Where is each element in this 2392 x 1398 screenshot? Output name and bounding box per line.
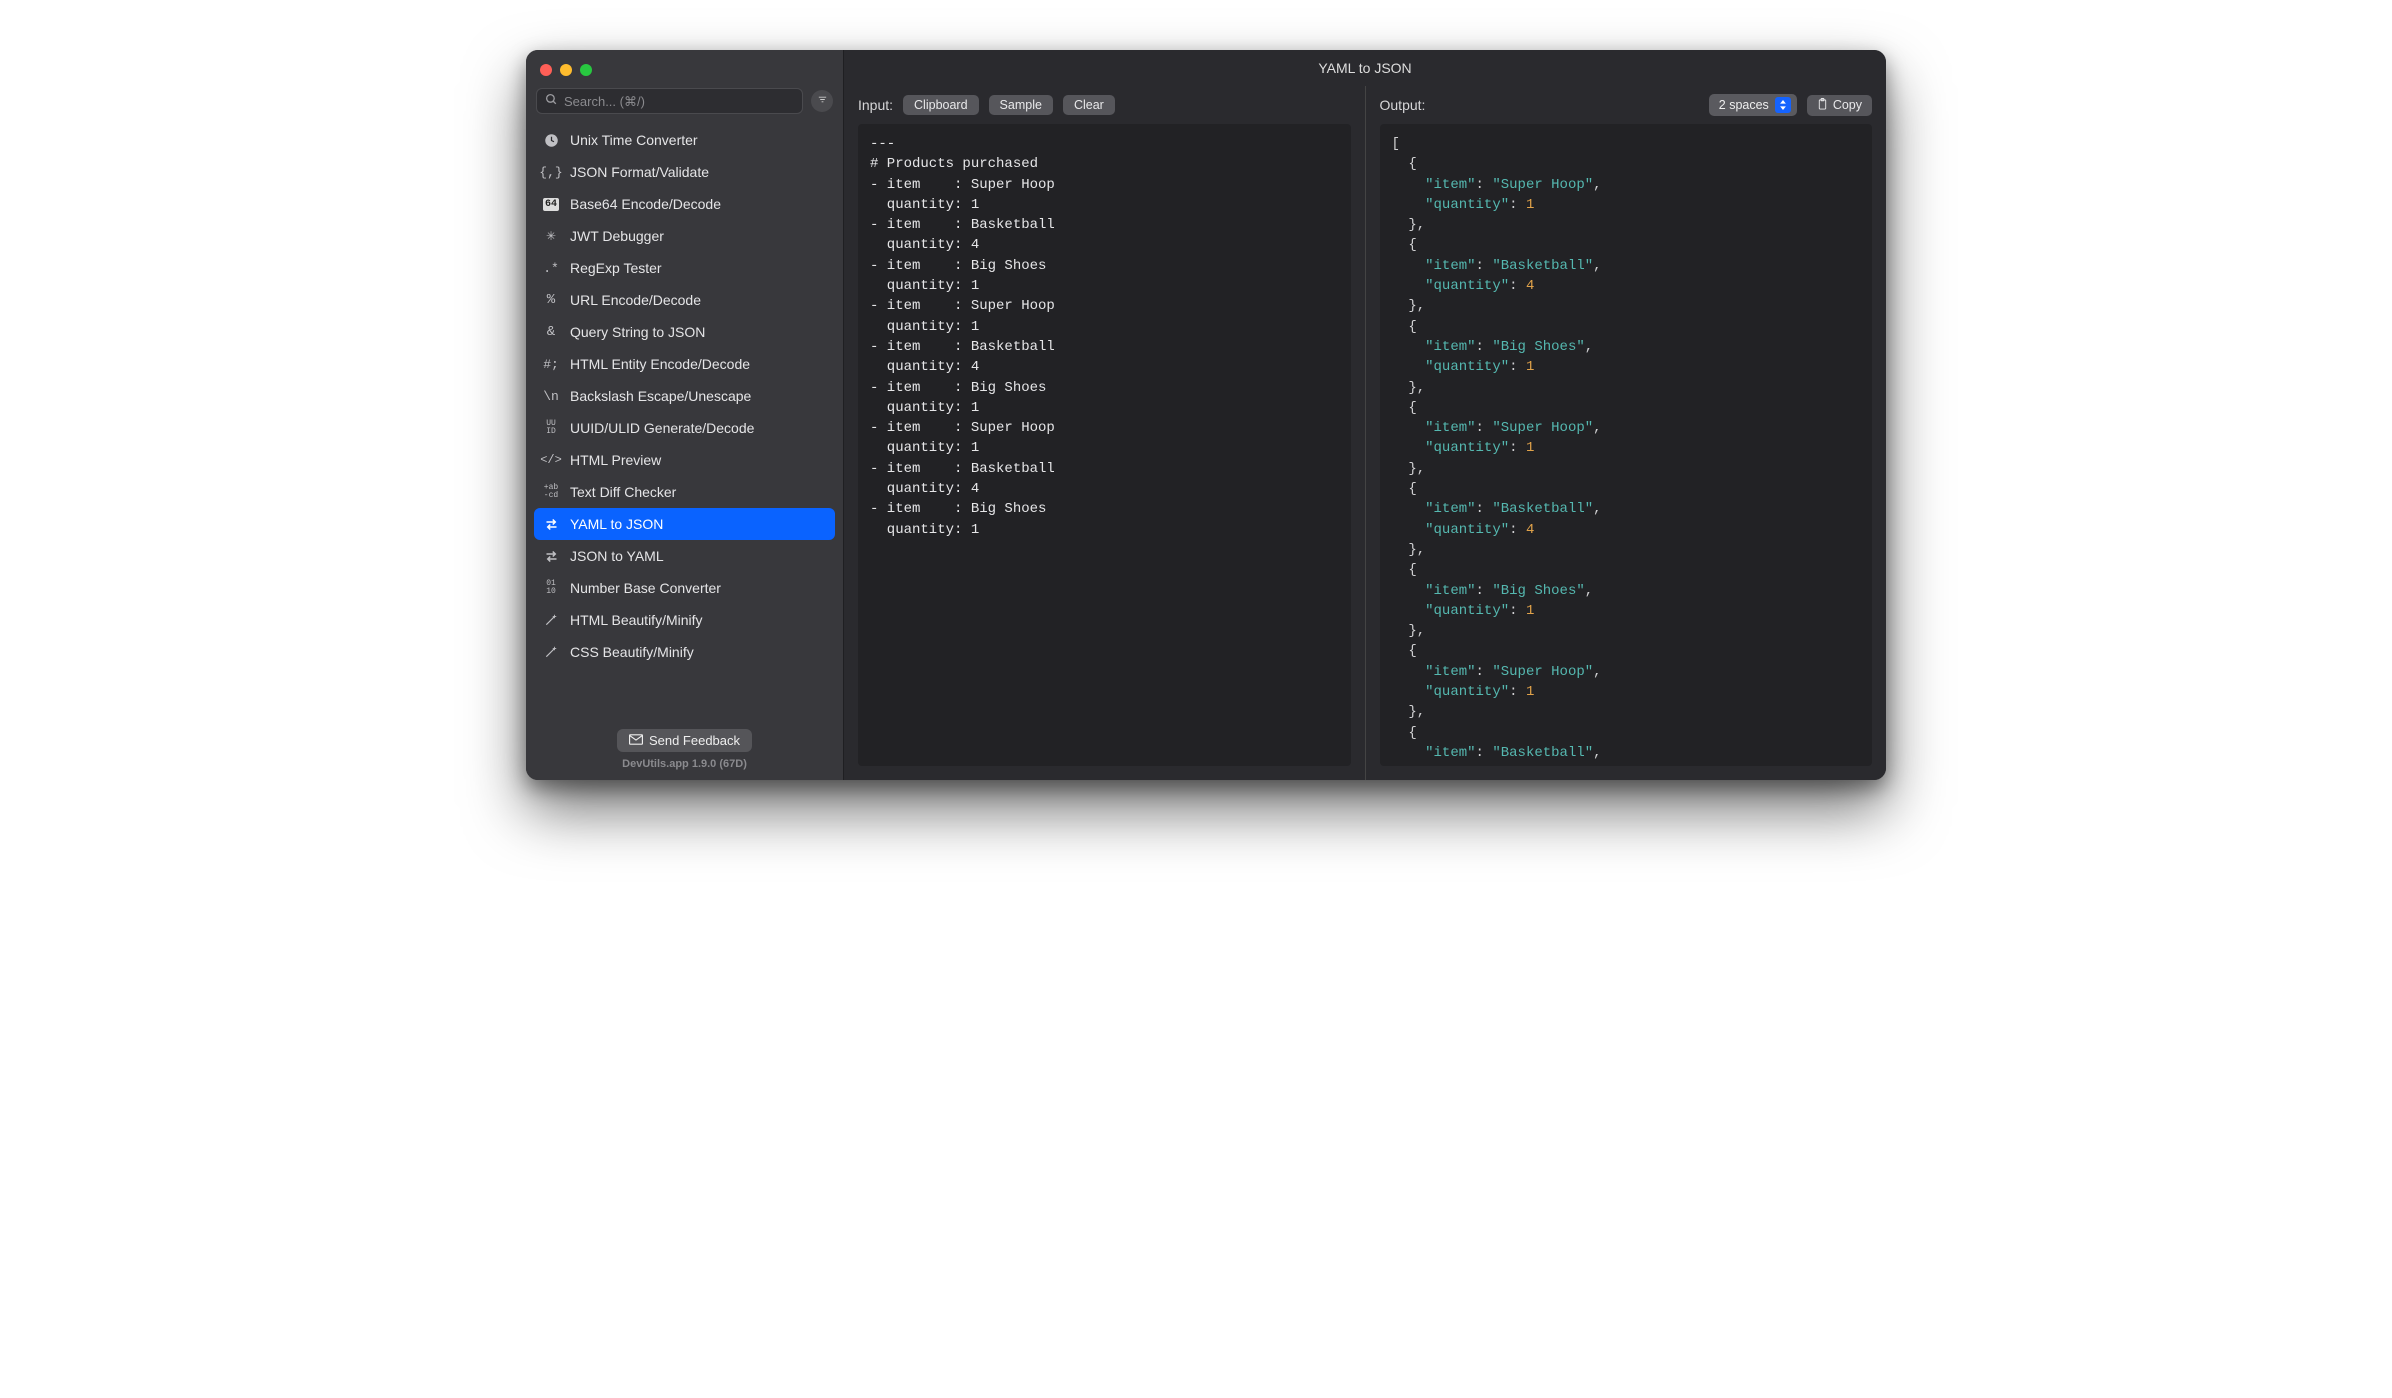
input-editor[interactable]: --- # Products purchased - item : Super …: [858, 124, 1351, 766]
minimize-window-button[interactable]: [560, 64, 572, 76]
filter-icon: [817, 94, 828, 108]
close-window-button[interactable]: [540, 64, 552, 76]
sidebar-item-label: Unix Time Converter: [570, 132, 698, 148]
sidebar: Unix Time Converter {,} JSON Format/Valida…: [526, 50, 844, 780]
app-version: DevUtils.app 1.9.0 (67D): [526, 758, 843, 770]
clipboard-icon: [1817, 98, 1828, 113]
bslash-icon: \n: [542, 387, 560, 405]
sidebar-item-url-encode-decode[interactable]: % URL Encode/Decode: [534, 284, 835, 316]
wand-icon: [542, 611, 560, 629]
sidebar-item-backslash-escape-unescape[interactable]: \n Backslash Escape/Unescape: [534, 380, 835, 412]
sample-button[interactable]: Sample: [989, 95, 1053, 115]
jwt-icon: ✳︎: [542, 227, 560, 245]
amp-icon: &: [542, 323, 560, 341]
uuid-icon: UUID: [542, 419, 560, 437]
output-text: [ { "item": "Super Hoop", "quantity": 1 …: [1392, 134, 1861, 766]
sidebar-footer: Send Feedback DevUtils.app 1.9.0 (67D): [526, 721, 843, 780]
sidebar-item-html-entity-encode-decode[interactable]: #; HTML Entity Encode/Decode: [534, 348, 835, 380]
swap-icon: [542, 515, 560, 533]
wand-icon: [542, 643, 560, 661]
window-title: YAML to JSON: [1318, 60, 1411, 76]
sidebar-item-label: Text Diff Checker: [570, 484, 676, 500]
copy-label: Copy: [1833, 98, 1862, 112]
sidebar-item-html-preview[interactable]: </> HTML Preview: [534, 444, 835, 476]
title-bar: YAML to JSON: [844, 50, 1886, 86]
search-icon: [545, 93, 558, 109]
sidebar-item-label: HTML Preview: [570, 452, 661, 468]
sidebar-item-label: YAML to JSON: [570, 516, 663, 532]
sidebar-item-text-diff-checker[interactable]: +ab-cd Text Diff Checker: [534, 476, 835, 508]
sidebar-item-label: UUID/ULID Generate/Decode: [570, 420, 754, 436]
search-input[interactable]: [564, 94, 794, 109]
sidebar-item-regexp-tester[interactable]: .* RegExp Tester: [534, 252, 835, 284]
input-pane: Input: Clipboard Sample Clear --- # Prod…: [844, 86, 1365, 780]
input-text[interactable]: --- # Products purchased - item : Super …: [870, 134, 1339, 540]
output-pane: Output: 2 spaces Copy: [1365, 86, 1887, 780]
sidebar-item-label: HTML Beautify/Minify: [570, 612, 703, 628]
b64-icon: 64: [542, 195, 560, 213]
bits-icon: 0110: [542, 579, 560, 597]
sidebar-item-label: HTML Entity Encode/Decode: [570, 356, 750, 372]
sidebar-item-label: Query String to JSON: [570, 324, 705, 340]
sidebar-item-css-beautify-minify[interactable]: CSS Beautify/Minify: [534, 636, 835, 668]
indent-select[interactable]: 2 spaces: [1709, 94, 1797, 116]
sidebar-item-label: Base64 Encode/Decode: [570, 196, 721, 212]
tool-list[interactable]: Unix Time Converter {,} JSON Format/Valida…: [526, 124, 843, 721]
sidebar-item-label: CSS Beautify/Minify: [570, 644, 694, 660]
clear-button[interactable]: Clear: [1063, 95, 1115, 115]
copy-button[interactable]: Copy: [1807, 95, 1872, 116]
sidebar-item-json-format-validate[interactable]: {,} JSON Format/Validate: [534, 156, 835, 188]
clipboard-button[interactable]: Clipboard: [903, 95, 979, 115]
hash-icon: #;: [542, 355, 560, 373]
window-controls: [526, 50, 843, 84]
sidebar-item-unix-time-converter[interactable]: Unix Time Converter: [534, 124, 835, 156]
braces-icon: {,}: [542, 163, 560, 181]
sidebar-item-label: JSON to YAML: [570, 548, 664, 564]
tag-icon: </>: [542, 451, 560, 469]
output-label: Output:: [1380, 97, 1426, 113]
output-viewer[interactable]: [ { "item": "Super Hoop", "quantity": 1 …: [1380, 124, 1873, 766]
send-feedback-label: Send Feedback: [649, 733, 740, 748]
sidebar-item-uuid-ulid-generate-decode[interactable]: UUID UUID/ULID Generate/Decode: [534, 412, 835, 444]
sidebar-item-jwt-debugger[interactable]: ✳︎ JWT Debugger: [534, 220, 835, 252]
main-area: YAML to JSON Input: Clipboard Sample Cle…: [844, 50, 1886, 780]
search-input-wrapper[interactable]: [536, 88, 803, 114]
sidebar-item-label: JWT Debugger: [570, 228, 664, 244]
envelope-icon: [629, 733, 643, 748]
sidebar-item-label: URL Encode/Decode: [570, 292, 701, 308]
diff-icon: +ab-cd: [542, 483, 560, 501]
app-window: Unix Time Converter {,} JSON Format/Valida…: [526, 50, 1886, 780]
sidebar-item-label: JSON Format/Validate: [570, 164, 709, 180]
zoom-window-button[interactable]: [580, 64, 592, 76]
clock-icon: [542, 131, 560, 149]
send-feedback-button[interactable]: Send Feedback: [617, 729, 752, 752]
sidebar-item-json-to-yaml[interactable]: JSON to YAML: [534, 540, 835, 572]
sidebar-item-base64-encode-decode[interactable]: 64 Base64 Encode/Decode: [534, 188, 835, 220]
sidebar-item-yaml-to-json[interactable]: YAML to JSON: [534, 508, 835, 540]
sidebar-item-label: Backslash Escape/Unescape: [570, 388, 751, 404]
sidebar-item-query-string-to-json[interactable]: &Query String to JSON: [534, 316, 835, 348]
filter-button[interactable]: [811, 90, 833, 112]
sidebar-item-html-beautify-minify[interactable]: HTML Beautify/Minify: [534, 604, 835, 636]
sidebar-item-label: Number Base Converter: [570, 580, 721, 596]
percent-icon: %: [542, 291, 560, 309]
indent-select-value: 2 spaces: [1719, 98, 1769, 112]
regex-icon: .*: [542, 259, 560, 277]
sidebar-item-label: RegExp Tester: [570, 260, 662, 276]
input-label: Input:: [858, 97, 893, 113]
sidebar-item-number-base-converter[interactable]: 0110 Number Base Converter: [534, 572, 835, 604]
swap-icon: [542, 547, 560, 565]
chevron-updown-icon: [1775, 97, 1791, 113]
